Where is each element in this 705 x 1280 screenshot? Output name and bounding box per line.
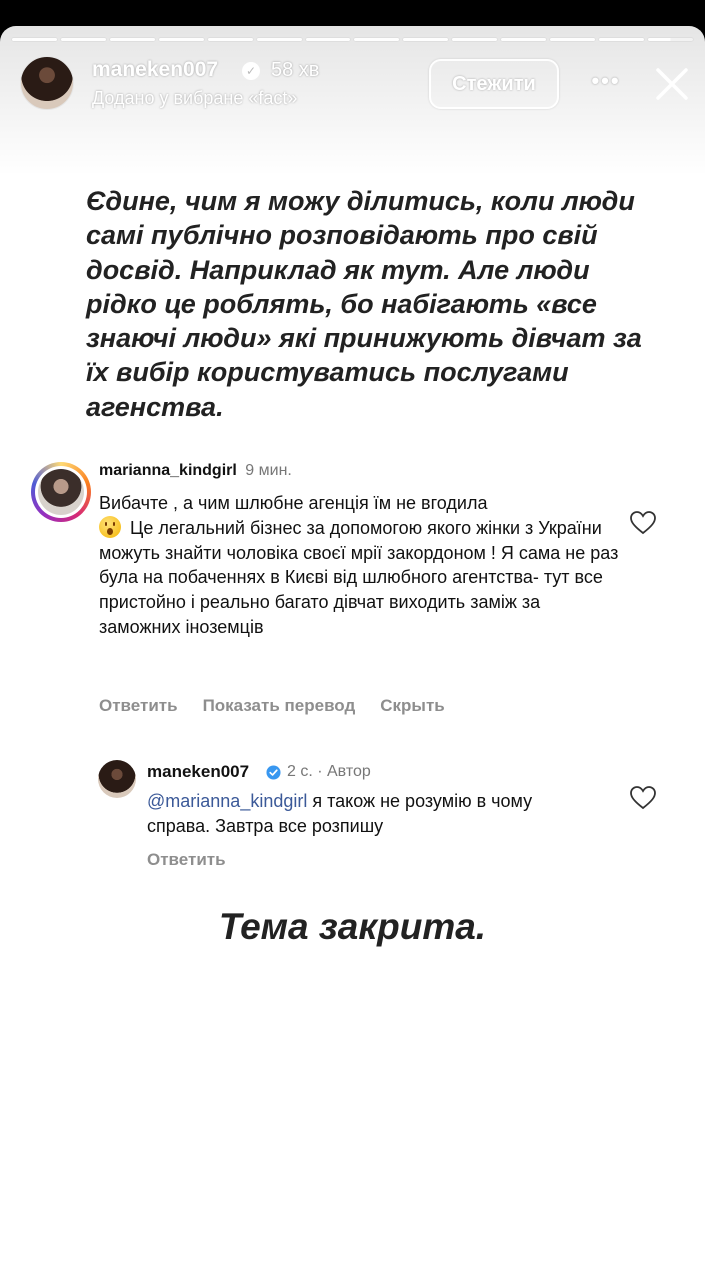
progress-segment xyxy=(354,38,400,41)
progress-segment xyxy=(305,38,351,41)
mention-link[interactable]: @marianna_kindgirl xyxy=(147,791,307,811)
reply-button[interactable]: Ответить xyxy=(147,850,226,870)
follow-button[interactable]: Стежити xyxy=(429,59,559,109)
verified-badge-icon xyxy=(266,765,281,780)
story-time: 58 хв xyxy=(271,59,320,81)
progress-segment xyxy=(452,38,498,41)
progress-segment xyxy=(550,38,596,41)
story-card: maneken007 ✓ 58 хв Додано у вибране «fac… xyxy=(0,26,705,1280)
progress-segment xyxy=(60,38,106,41)
verified-badge-icon: ✓ xyxy=(242,62,260,80)
commenter-avatar-image xyxy=(38,469,84,515)
astonished-face-icon xyxy=(99,515,121,538)
story-headline-text: Єдине, чим я можу ділитись, коли люди са… xyxy=(86,186,642,422)
progress-segment-active xyxy=(647,38,693,41)
story-highlight-subtitle[interactable]: Додано у вибране «fact» xyxy=(92,88,297,109)
comment-text: Вибачте , а чим шлюбне агенція їм не вго… xyxy=(99,491,619,640)
comment-text-first: Вибачте , а чим шлюбне агенція їм не вго… xyxy=(99,493,488,513)
progress-segment xyxy=(109,38,155,41)
story-author-username[interactable]: maneken007 xyxy=(92,58,218,82)
story-closing-text: Тема закрита. xyxy=(218,906,487,947)
reply-text: @marianna_kindgirl я також не розумію в … xyxy=(147,789,597,839)
reply-username[interactable]: maneken007 xyxy=(147,762,249,782)
show-translation-button[interactable]: Показать перевод xyxy=(203,696,356,716)
comment-time: 9 мин. xyxy=(245,462,292,479)
hide-button[interactable]: Скрыть xyxy=(380,696,444,716)
story-author-avatar[interactable] xyxy=(20,56,74,110)
reply-button[interactable]: Ответить xyxy=(99,696,178,716)
like-heart-icon[interactable] xyxy=(630,786,656,810)
progress-segment xyxy=(256,38,302,41)
progress-segment xyxy=(403,38,449,41)
progress-segment xyxy=(599,38,644,41)
comment-text-rest: Це легальний бізнес за допомогою якого ж… xyxy=(99,517,619,637)
progress-segment xyxy=(501,38,547,41)
comment-username-line: marianna_kindgirl 9 мин. xyxy=(99,462,292,480)
commenter-avatar[interactable] xyxy=(31,462,91,522)
avatar-ring-gap xyxy=(35,466,87,518)
like-heart-icon[interactable] xyxy=(630,511,656,535)
progress-segment xyxy=(207,38,253,41)
reply-author-avatar[interactable] xyxy=(98,760,136,798)
more-options-icon[interactable]: ••• xyxy=(588,66,624,96)
story-progress-bar xyxy=(12,38,693,41)
progress-segment xyxy=(12,38,57,41)
comment-actions: Ответить Показать перевод Скрыть xyxy=(99,696,445,716)
reply-meta: 2 с. · Автор xyxy=(287,763,371,780)
progress-segment xyxy=(158,38,204,41)
close-icon[interactable] xyxy=(652,64,692,104)
comment-username[interactable]: marianna_kindgirl xyxy=(99,462,237,479)
